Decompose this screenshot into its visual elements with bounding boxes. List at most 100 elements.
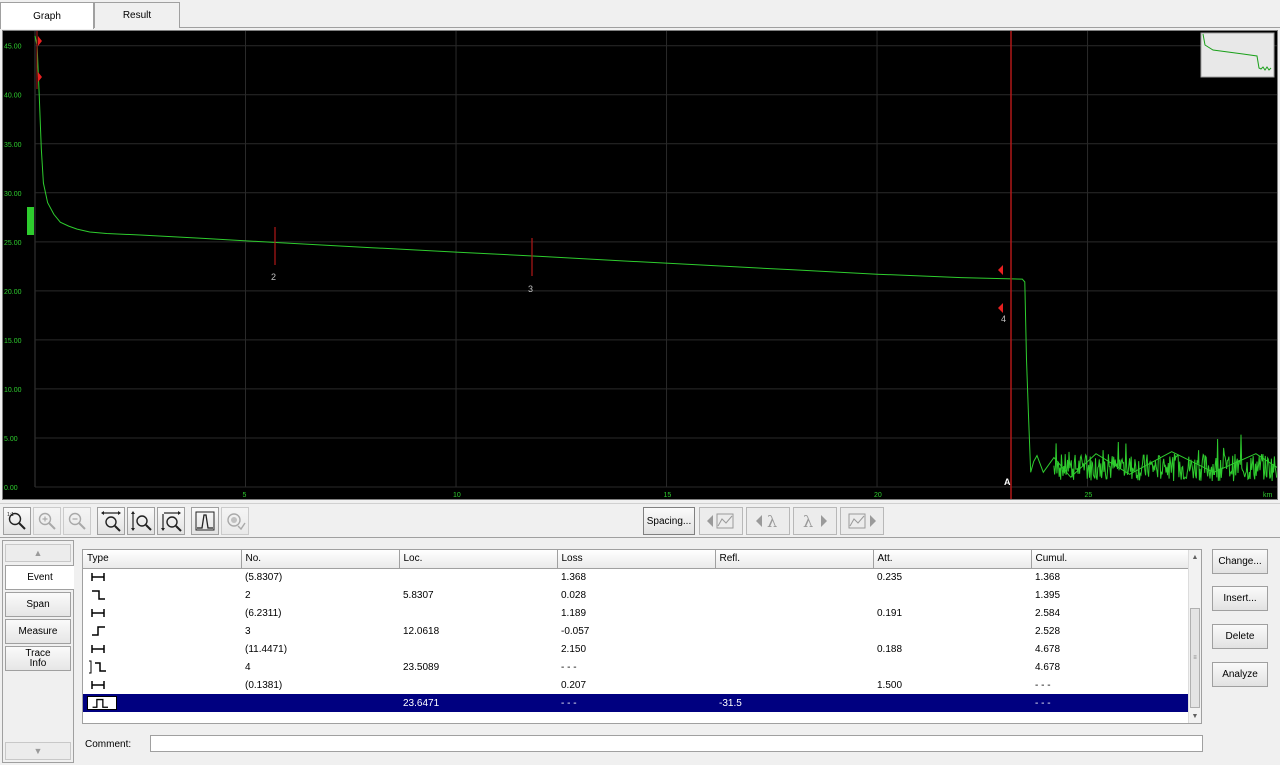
x-tick-label: 25 bbox=[1085, 492, 1093, 499]
cell-no: 2 bbox=[245, 589, 251, 601]
delete-button[interactable]: Delete bbox=[1212, 624, 1268, 649]
cell-att bbox=[873, 622, 1031, 640]
column-header[interactable]: Type bbox=[83, 550, 242, 569]
empty-cell bbox=[873, 712, 1031, 723]
x-tick-label: 10 bbox=[453, 492, 461, 499]
cell-no: 3 bbox=[245, 625, 251, 637]
table-vertical-scrollbar[interactable]: ▲ ≡ ▼ bbox=[1188, 550, 1201, 723]
zoom-out-button[interactable] bbox=[63, 507, 91, 535]
table-row[interactable]: 2 5.8307 0.028 1.395 bbox=[83, 586, 1190, 604]
change-button-label: Change... bbox=[1218, 556, 1262, 567]
next-event-button[interactable] bbox=[840, 507, 884, 535]
tab-graph[interactable]: Graph bbox=[0, 2, 94, 29]
side-nav-up-button[interactable]: ▲ bbox=[5, 544, 71, 562]
overview-thumbnail[interactable] bbox=[1200, 32, 1275, 78]
cell-loc bbox=[399, 604, 557, 622]
cell-att bbox=[873, 586, 1031, 604]
empty-cell bbox=[557, 712, 715, 723]
prev-event-button[interactable] bbox=[699, 507, 743, 535]
analyze-button[interactable]: Analyze bbox=[1212, 662, 1268, 687]
zoom-reset-button[interactable]: 1:1 bbox=[3, 507, 31, 535]
zoom-horizontal-button[interactable] bbox=[97, 507, 125, 535]
cell-loss: 0.207 bbox=[561, 679, 587, 691]
otdr-trace-graph[interactable]: 45.00 40.00 35.00 30.00 25.00 20.00 15.00 10.00… bbox=[2, 30, 1278, 500]
side-tab-measure[interactable]: Measure bbox=[5, 619, 71, 644]
tab-result[interactable]: Result bbox=[94, 2, 180, 28]
graph-canvas[interactable]: 45.0040.0035.0030.0025.0020.0015.0010.00… bbox=[3, 31, 1277, 499]
zoom-both-button[interactable] bbox=[157, 507, 185, 535]
x-unit-label: km bbox=[1263, 492, 1273, 499]
empty-row bbox=[83, 712, 1190, 723]
cell-cumul: 1.395 bbox=[1035, 589, 1061, 601]
span-icon bbox=[87, 642, 109, 656]
side-tab-span[interactable]: Span bbox=[5, 592, 71, 617]
change-button[interactable]: Change... bbox=[1212, 549, 1268, 574]
zoom-event-button[interactable] bbox=[191, 507, 219, 535]
insert-button[interactable]: Insert... bbox=[1212, 586, 1268, 611]
y-tick-label: 30.00 bbox=[4, 191, 22, 198]
scrollbar-thumb[interactable]: ≡ bbox=[1190, 608, 1200, 708]
side-tab-event[interactable]: Event bbox=[5, 565, 74, 590]
prev-wavelength-icon: λ bbox=[756, 512, 777, 531]
table-row[interactable]: 4 23.5089 - - - 4.678 bbox=[83, 658, 1190, 676]
empty-cell bbox=[1031, 712, 1190, 723]
cell-loss: - - - bbox=[557, 694, 715, 712]
y-tick-label: 0.00 bbox=[4, 485, 18, 492]
svg-text:λ: λ bbox=[803, 512, 813, 531]
zoom-out-icon bbox=[68, 512, 86, 530]
table-row[interactable]: 23.6471- - - -31.5- - - bbox=[83, 694, 1190, 712]
cell-type bbox=[83, 676, 241, 694]
cell-loc: 23.6471 bbox=[399, 694, 557, 712]
column-header[interactable]: Loc. bbox=[399, 550, 558, 569]
zoom-vertical-button[interactable] bbox=[127, 507, 155, 535]
launch-level-indicator bbox=[27, 207, 34, 235]
spacing-button[interactable]: Spacing... bbox=[643, 507, 695, 535]
comment-input[interactable] bbox=[150, 735, 1203, 752]
cell-loc bbox=[399, 640, 557, 658]
cell-type bbox=[83, 694, 241, 712]
table-row[interactable]: (6.2311) 1.189 0.191 2.584 bbox=[83, 604, 1190, 622]
table-row[interactable]: (0.1381) 0.207 1.500 - - - bbox=[83, 676, 1190, 694]
zoom-1to1-icon: 1:1 bbox=[7, 512, 26, 530]
tab-graph-label: Graph bbox=[33, 10, 61, 22]
column-header[interactable]: Loss bbox=[557, 550, 716, 569]
scroll-up-icon[interactable]: ▲ bbox=[1189, 550, 1201, 564]
next-wavelength-button[interactable]: λ bbox=[793, 507, 837, 535]
prev-wavelength-button[interactable]: λ bbox=[746, 507, 790, 535]
y-tick-label: 5.00 bbox=[4, 436, 18, 443]
reflective-event-icon bbox=[87, 696, 117, 710]
cell-type bbox=[83, 604, 241, 622]
empty-cell bbox=[399, 712, 557, 723]
zoom-both-icon bbox=[161, 511, 182, 532]
side-tab-trace-info[interactable]: Trace Info bbox=[5, 646, 71, 671]
table-row[interactable]: (5.8307) 1.368 0.235 1.368 bbox=[83, 568, 1190, 586]
column-header[interactable]: No. bbox=[241, 550, 400, 569]
event-table: Type No. Loc. Loss Refl. Att. Cumul. (5.8307) 1… bbox=[83, 550, 1191, 723]
zoom-marker-button[interactable] bbox=[221, 507, 249, 535]
scroll-down-icon[interactable]: ▼ bbox=[1189, 709, 1201, 723]
zoom-in-button[interactable] bbox=[33, 507, 61, 535]
otdr-app: Graph Result 45.00 40.00 35.00 30.00 25.00 20… bbox=[0, 0, 1280, 765]
span-icon bbox=[87, 678, 109, 692]
cell-no: (5.8307) bbox=[245, 571, 283, 583]
cell-type bbox=[83, 586, 241, 604]
splice-gain-icon bbox=[87, 624, 109, 638]
table-row[interactable]: 3 12.0618 -0.057 2.528 bbox=[83, 622, 1190, 640]
column-header[interactable]: Refl. bbox=[715, 550, 874, 569]
event-4-marker-lower-icon bbox=[998, 303, 1003, 313]
zoom-marker-icon bbox=[227, 513, 246, 531]
column-header[interactable]: Att. bbox=[873, 550, 1032, 569]
side-tab-span-label: Span bbox=[26, 598, 50, 610]
column-header[interactable]: Cumul. bbox=[1031, 550, 1191, 569]
table-header-row: Type No. Loc. Loss Refl. Att. Cumul. bbox=[83, 550, 1191, 569]
cell-no bbox=[241, 694, 399, 712]
event-label-2: 2 bbox=[271, 272, 276, 282]
trace-line bbox=[34, 35, 1277, 478]
cell-loss: 1.189 bbox=[561, 607, 587, 619]
cell-refl: -31.5 bbox=[715, 694, 873, 712]
side-tab-measure-label: Measure bbox=[18, 625, 58, 637]
spacing-button-label: Spacing... bbox=[646, 515, 692, 527]
side-nav-down-button[interactable]: ▼ bbox=[5, 742, 71, 760]
x-tick-label: 5 bbox=[243, 492, 247, 499]
table-row[interactable]: (11.4471) 2.150 0.188 4.678 bbox=[83, 640, 1190, 658]
